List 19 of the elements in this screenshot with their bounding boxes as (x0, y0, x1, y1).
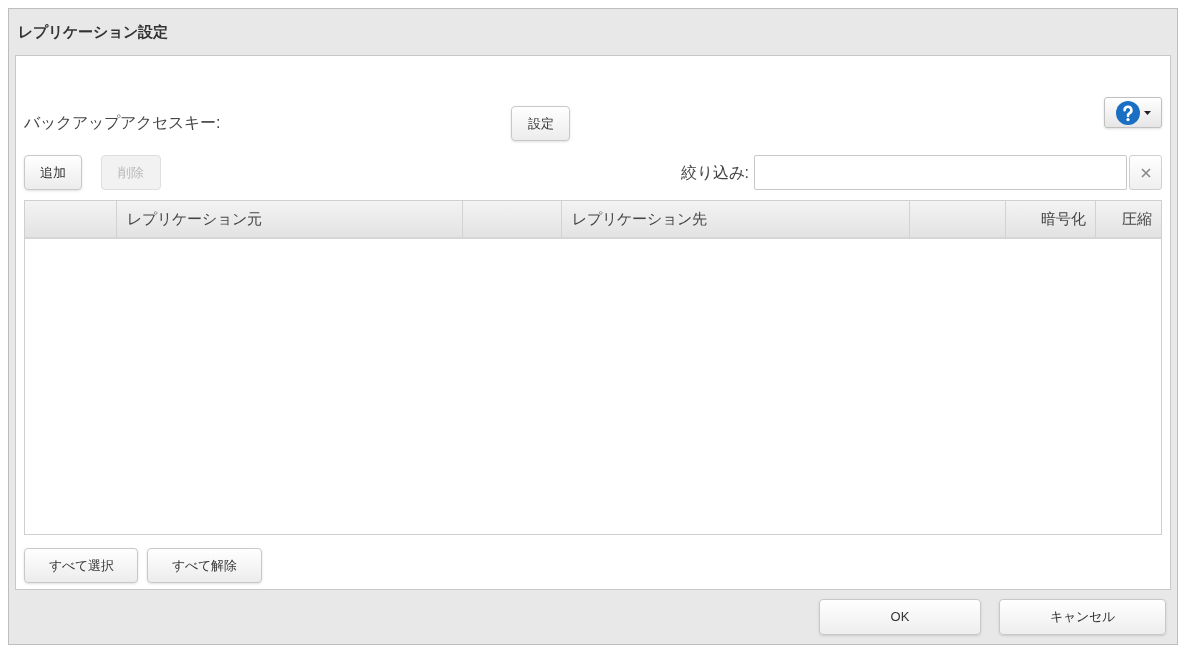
column-header[interactable]: 暗号化 (1041, 207, 1086, 231)
help-button[interactable] (1104, 97, 1162, 128)
close-icon (1140, 167, 1151, 178)
caret-icon (1143, 110, 1151, 115)
cancel-button[interactable]: キャンセル (999, 599, 1166, 635)
question-mark-icon (1115, 100, 1140, 125)
select-all-button[interactable]: すべて選択 (24, 548, 138, 583)
filter-field[interactable] (754, 155, 1127, 190)
window-title: レプリケーション設定 (18, 21, 168, 42)
column-header[interactable]: レプリケーション元 (127, 207, 262, 231)
deselect-all-button[interactable]: すべて解除 (147, 548, 262, 583)
set-button[interactable]: 設定 (511, 106, 570, 141)
column-header[interactable]: 圧縮 (1122, 207, 1152, 231)
column-header[interactable]: レプリケーション先 (572, 207, 707, 231)
filter-label: 絞り込み: (680, 162, 749, 183)
access-key-label: バックアップアクセスキー: (24, 113, 221, 133)
add-button[interactable]: 追加 (24, 155, 82, 190)
ok-button[interactable]: OK (819, 599, 981, 635)
clear-button[interactable] (1129, 155, 1162, 190)
